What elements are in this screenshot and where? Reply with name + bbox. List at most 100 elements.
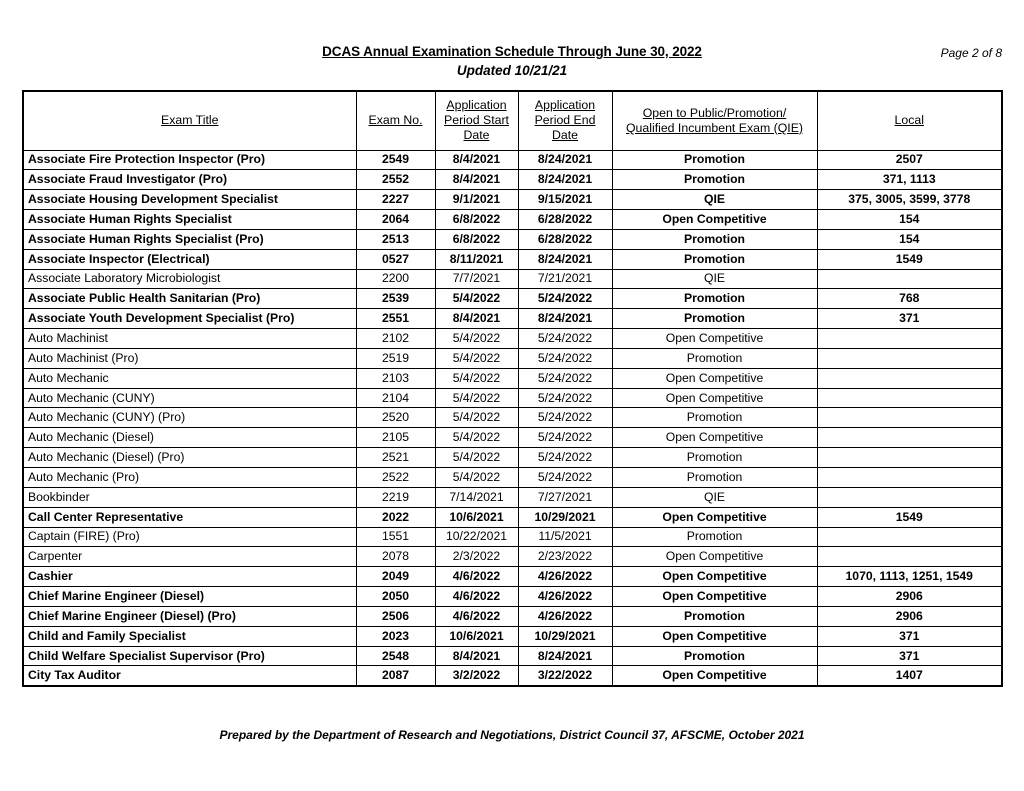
cell-exam-no: 2548 bbox=[355, 645, 436, 667]
cell-application-period-end-date: 7/27/2021 bbox=[517, 486, 613, 508]
cell-exam-type: Promotion bbox=[611, 407, 818, 429]
cell-application-period-start-date: 5/4/2022 bbox=[434, 347, 519, 369]
cell-application-period-start-date: 5/4/2022 bbox=[434, 467, 519, 488]
cell-application-period-start-date: 10/22/2021 bbox=[434, 526, 519, 548]
table-row: Associate Youth Development Specialist (… bbox=[22, 308, 1003, 330]
column-header-line: Period End bbox=[534, 113, 596, 128]
cell-application-period-start-date: 9/1/2021 bbox=[434, 189, 519, 211]
table-row: Auto Mechanic 2103 5/4/2022 5/24/2022 Open C… bbox=[22, 367, 1003, 389]
cell-local: 371 bbox=[816, 645, 1003, 667]
table-row: Associate Fire Protection Inspector (Pro… bbox=[22, 149, 1003, 171]
cell-application-period-start-date: 5/4/2022 bbox=[434, 288, 519, 310]
cell-exam-title: Auto Mechanic (CUNY) bbox=[22, 387, 357, 409]
cell-application-period-end-date: 6/28/2022 bbox=[517, 228, 613, 250]
cell-application-period-end-date: 5/24/2022 bbox=[517, 347, 613, 369]
exam-schedule-table: Exam Title Exam No. Application Period S… bbox=[22, 90, 1003, 687]
cell-exam-no: 2022 bbox=[355, 506, 436, 528]
cell-application-period-end-date: 5/24/2022 bbox=[517, 387, 613, 409]
column-header-line: Qualified Incumbent Exam (QIE) bbox=[625, 120, 803, 135]
column-header-exam-title: Exam Title bbox=[22, 90, 357, 151]
cell-application-period-start-date: 5/4/2022 bbox=[434, 427, 519, 449]
cell-exam-title: Child Welfare Specialist Supervisor (Pro… bbox=[22, 645, 357, 667]
cell-application-period-end-date: 4/26/2022 bbox=[517, 586, 613, 607]
cell-exam-no: 2103 bbox=[355, 367, 436, 389]
cell-exam-title: Associate Public Health Sanitarian (Pro) bbox=[22, 288, 357, 310]
cell-application-period-end-date: 4/26/2022 bbox=[517, 605, 613, 627]
table-row: Chief Marine Engineer (Diesel) (Pro) 2506… bbox=[22, 605, 1003, 627]
cell-application-period-end-date: 8/24/2021 bbox=[517, 169, 613, 191]
cell-application-period-end-date: 5/24/2022 bbox=[517, 407, 613, 429]
cell-local bbox=[816, 347, 1003, 369]
cell-exam-title: Associate Human Rights Specialist bbox=[22, 209, 357, 230]
cell-exam-title: Associate Inspector (Electrical) bbox=[22, 248, 357, 270]
cell-application-period-end-date: 5/24/2022 bbox=[517, 328, 613, 349]
column-header-line: Application bbox=[534, 98, 596, 113]
cell-local bbox=[816, 427, 1003, 449]
cell-application-period-end-date: 5/24/2022 bbox=[517, 367, 613, 389]
cell-local: 371 bbox=[816, 625, 1003, 647]
table-row: Cashier 2049 4/6/2022 4/26/2022 Open Competi… bbox=[22, 566, 1003, 588]
table-row: Auto Mechanic (Diesel) 2105 5/4/2022 5/24/2… bbox=[22, 427, 1003, 449]
table-row: Call Center Representative 2022 10/6/2021 1… bbox=[22, 506, 1003, 528]
cell-application-period-start-date: 4/6/2022 bbox=[434, 566, 519, 588]
cell-exam-title: Associate Fraud Investigator (Pro) bbox=[22, 169, 357, 191]
cell-exam-type: Promotion bbox=[611, 605, 818, 627]
table-row: Associate Housing Development Specialist… bbox=[22, 189, 1003, 211]
cell-exam-title: Bookbinder bbox=[22, 486, 357, 508]
cell-exam-type: Promotion bbox=[611, 308, 818, 330]
cell-exam-type: Promotion bbox=[611, 149, 818, 171]
cell-exam-no: 2552 bbox=[355, 169, 436, 191]
table-header: Exam Title Exam No. Application Period S… bbox=[22, 90, 1003, 151]
cell-exam-type: Promotion bbox=[611, 645, 818, 667]
cell-exam-no: 2023 bbox=[355, 625, 436, 647]
cell-application-period-start-date: 5/4/2022 bbox=[434, 328, 519, 349]
cell-exam-type: Open Competitive bbox=[611, 387, 818, 409]
cell-local: 154 bbox=[816, 228, 1003, 250]
cell-local: 375, 3005, 3599, 3778 bbox=[816, 189, 1003, 211]
cell-exam-type: Promotion bbox=[611, 169, 818, 191]
cell-exam-title: Cashier bbox=[22, 566, 357, 588]
cell-exam-no: 2522 bbox=[355, 467, 436, 488]
cell-application-period-end-date: 5/24/2022 bbox=[517, 288, 613, 310]
cell-exam-type: Promotion bbox=[611, 228, 818, 250]
cell-application-period-start-date: 4/6/2022 bbox=[434, 586, 519, 607]
cell-application-period-start-date: 5/4/2022 bbox=[434, 367, 519, 389]
cell-local bbox=[816, 407, 1003, 429]
cell-exam-type: Open Competitive bbox=[611, 427, 818, 449]
cell-exam-no: 2521 bbox=[355, 447, 436, 468]
cell-local bbox=[816, 268, 1003, 290]
cell-application-period-end-date: 8/24/2021 bbox=[517, 645, 613, 667]
cell-local: 2507 bbox=[816, 149, 1003, 171]
cell-application-period-start-date: 10/6/2021 bbox=[434, 506, 519, 528]
cell-exam-title: Associate Fire Protection Inspector (Pro… bbox=[22, 149, 357, 171]
table-row: Chief Marine Engineer (Diesel) 2050 4/6/20… bbox=[22, 586, 1003, 607]
cell-application-period-start-date: 7/14/2021 bbox=[434, 486, 519, 508]
column-header-line: Exam No. bbox=[368, 113, 423, 128]
cell-application-period-start-date: 8/4/2021 bbox=[434, 645, 519, 667]
cell-local bbox=[816, 328, 1003, 349]
cell-exam-type: Promotion bbox=[611, 447, 818, 468]
cell-local: 1549 bbox=[816, 506, 1003, 528]
cell-application-period-end-date: 10/29/2021 bbox=[517, 625, 613, 647]
table-row: Auto Mechanic (CUNY) 2104 5/4/2022 5/24/202… bbox=[22, 387, 1003, 409]
column-header-local: Local bbox=[816, 90, 1003, 151]
table-body: Associate Fire Protection Inspector (Pro… bbox=[22, 149, 1003, 687]
cell-exam-title: Captain (FIRE) (Pro) bbox=[22, 526, 357, 548]
table-row: Bookbinder 2219 7/14/2021 7/27/2021 QIE bbox=[22, 486, 1003, 508]
cell-application-period-end-date: 3/22/2022 bbox=[517, 665, 613, 687]
cell-exam-no: 2200 bbox=[355, 268, 436, 290]
column-header-exam-no: Exam No. bbox=[355, 90, 436, 151]
cell-exam-no: 2049 bbox=[355, 566, 436, 588]
column-header-application-period-end-date: Application Period End Date bbox=[517, 90, 613, 151]
table-row: Associate Inspector (Electrical) 0527 8/11… bbox=[22, 248, 1003, 270]
cell-local: 2906 bbox=[816, 586, 1003, 607]
cell-local: 1549 bbox=[816, 248, 1003, 270]
cell-exam-no: 2549 bbox=[355, 149, 436, 171]
column-header-exam-type: Open to Public/Promotion/ Qualified Incu… bbox=[611, 90, 818, 151]
table-row: Auto Machinist 2102 5/4/2022 5/24/2022 Open … bbox=[22, 328, 1003, 349]
cell-exam-no: 2078 bbox=[355, 546, 436, 568]
cell-exam-type: Promotion bbox=[611, 347, 818, 369]
cell-exam-type: QIE bbox=[611, 486, 818, 508]
cell-exam-type: Promotion bbox=[611, 526, 818, 548]
cell-application-period-start-date: 3/2/2022 bbox=[434, 665, 519, 687]
